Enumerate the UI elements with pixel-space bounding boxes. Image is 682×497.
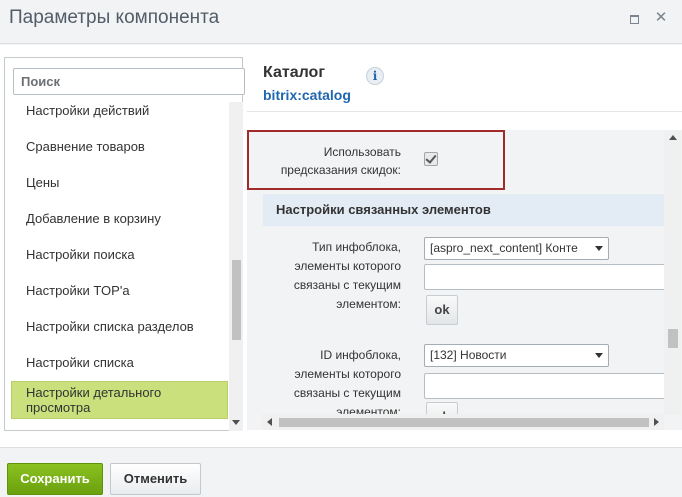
save-button[interactable]: Сохранить [7, 463, 103, 495]
chevron-down-icon [595, 246, 603, 251]
iblock-type-label-line3: связаны с текущим [293, 278, 401, 292]
sidebar-item-more[interactable]: Настройки [5, 419, 229, 430]
info-icon[interactable]: i [366, 67, 384, 85]
dialog-titlebar: Параметры компонента ✕ [0, 0, 682, 44]
iblock-type-selected: [aspro_next_content] Конте [430, 241, 578, 255]
sidebar-item-compare[interactable]: Сравнение товаров [5, 129, 229, 165]
form-hscrollbar-thumb[interactable] [279, 418, 649, 427]
component-code: bitrix:catalog [263, 87, 351, 103]
iblock-id-label-line2: элементы которого [294, 367, 401, 381]
sidebar-item-detail[interactable]: Настройки детального просмотра [11, 381, 228, 419]
form-horizontal-scrollbar[interactable] [262, 414, 664, 430]
scroll-right-icon[interactable] [654, 418, 659, 426]
iblock-type-label-line4: элементом: [336, 297, 401, 311]
iblock-id-selected: [132] Новости [430, 348, 507, 362]
component-title: Каталог [263, 64, 325, 81]
sidebar-item-list[interactable]: Настройки списка [5, 345, 229, 381]
scroll-down-icon[interactable] [232, 420, 240, 425]
settings-form: Использовать предсказания скидок: Настро… [247, 130, 682, 430]
iblock-id-select[interactable]: [132] Новости [424, 344, 609, 367]
iblock-type-input[interactable] [424, 264, 674, 290]
iblock-id-label-line1: ID инфоблока, [320, 348, 401, 362]
sidebar-scrollbar-thumb[interactable] [232, 260, 241, 340]
discount-hints-label: Использовать предсказания скидок: [247, 143, 401, 179]
discount-hints-label-line2: предсказания скидок: [280, 163, 401, 177]
dialog-content: Настройки действий Сравнение товаров Цен… [0, 45, 682, 447]
search-field[interactable] [13, 68, 245, 95]
sidebar-item-search[interactable]: Настройки поиска [5, 237, 229, 273]
iblock-type-ok-button[interactable]: ok [426, 295, 458, 325]
dialog-title: Параметры компонента [9, 7, 220, 28]
iblock-type-select[interactable]: [aspro_next_content] Конте [424, 237, 609, 260]
sidebar-scrollbar[interactable] [229, 102, 243, 431]
scroll-left-icon[interactable] [267, 418, 272, 426]
iblock-id-input[interactable] [424, 373, 674, 399]
iblock-type-label-line2: элементы которого [294, 259, 401, 273]
dialog-footer: Сохранить Отменить [0, 447, 682, 497]
sidebar-list-viewport: Настройки действий Сравнение товаров Цен… [5, 102, 229, 430]
maximize-icon[interactable] [627, 11, 641, 25]
form-vertical-scrollbar[interactable] [664, 131, 681, 415]
section-header-linked: Настройки связанных элементов [263, 194, 665, 226]
chevron-down-icon [595, 353, 603, 358]
sidebar-item-top[interactable]: Настройки TOP'a [5, 273, 229, 309]
settings-sidebar: Настройки действий Сравнение товаров Цен… [4, 57, 245, 431]
discount-hints-checkbox[interactable] [424, 152, 438, 166]
form-scrollbar-thumb[interactable] [668, 329, 678, 348]
iblock-id-label-line3: связаны с текущим [293, 386, 401, 400]
iblock-type-label-line1: Тип инфоблока, [312, 240, 401, 254]
iblock-id-label: ID инфоблока, элементы которого связаны … [247, 346, 401, 422]
sidebar-item-basket[interactable]: Добавление в корзину [5, 201, 229, 237]
discount-hints-label-line1: Использовать [323, 145, 401, 159]
header-divider [247, 111, 682, 112]
search-input[interactable] [14, 69, 244, 94]
sidebar-item-prices[interactable]: Цены [5, 165, 229, 201]
scroll-up-icon[interactable] [669, 135, 677, 140]
cancel-button[interactable]: Отменить [110, 463, 201, 495]
close-icon[interactable]: ✕ [654, 10, 668, 25]
sidebar-item-section-list[interactable]: Настройки списка разделов [5, 309, 229, 345]
sidebar-item-actions[interactable]: Настройки действий [5, 102, 229, 129]
iblock-type-label: Тип инфоблока, элементы которого связаны… [247, 238, 401, 314]
sidebar-list: Настройки действий Сравнение товаров Цен… [5, 102, 229, 430]
